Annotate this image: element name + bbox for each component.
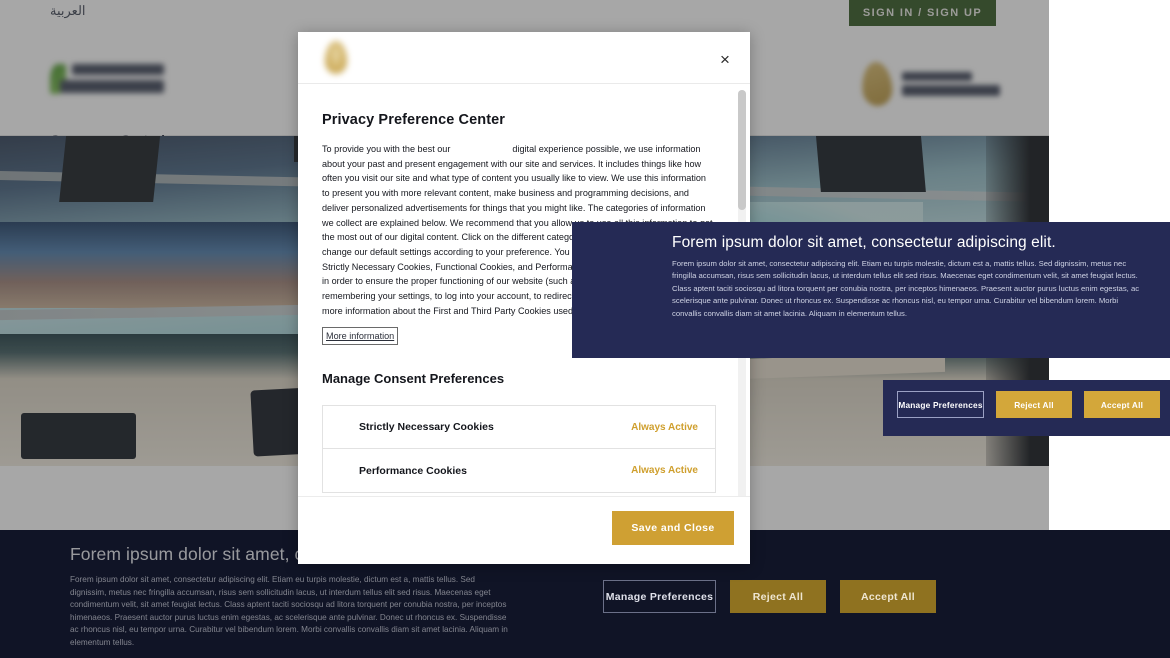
- page-root: العربية SIGN IN / SIGN UP Course Catalog…: [0, 0, 1170, 658]
- manage-consent-heading: Manage Consent Preferences: [322, 371, 505, 387]
- more-information-link[interactable]: More information: [322, 326, 399, 346]
- cookie-categories-list: Strictly Necessary Cookies Always Active…: [322, 405, 716, 494]
- overlay-manage-preferences-button[interactable]: Manage Preferences: [897, 391, 984, 418]
- list-item[interactable]: Strictly Necessary Cookies Always Active: [323, 406, 715, 450]
- consent-overlay-button-row: Manage Preferences Reject All Accept All: [897, 391, 1160, 418]
- modal-header: ×: [298, 32, 750, 84]
- consent-overlay-panel: Forem ipsum dolor sit amet, consectetur …: [572, 222, 1170, 358]
- banner-accept-all-button[interactable]: Accept All: [840, 580, 936, 613]
- overlay-reject-all-button[interactable]: Reject All: [996, 391, 1072, 418]
- overlay-accept-all-button[interactable]: Accept All: [1084, 391, 1160, 418]
- status-badge: Always Active: [631, 465, 698, 477]
- banner-manage-preferences-button[interactable]: Manage Preferences: [603, 580, 716, 613]
- modal-title: Privacy Preference Center: [322, 112, 506, 128]
- status-badge: Always Active: [631, 421, 698, 433]
- consent-overlay-actions: Manage Preferences Reject All Accept All: [883, 380, 1170, 436]
- modal-scrollbar-thumb[interactable]: [738, 90, 746, 210]
- modal-description-part1: To provide you with the best our: [322, 144, 451, 154]
- consent-overlay-title: Forem ipsum dolor sit amet, consectetur …: [672, 234, 1056, 251]
- cookie-banner-actions: Manage Preferences Reject All Accept All: [603, 580, 936, 613]
- close-icon[interactable]: ×: [714, 48, 736, 70]
- list-item[interactable]: Performance Cookies Always Active: [323, 449, 715, 492]
- category-name: Strictly Necessary Cookies: [359, 421, 494, 434]
- modal-footer: Save and Close: [298, 496, 750, 564]
- category-name: Performance Cookies: [359, 464, 467, 477]
- save-and-close-button[interactable]: Save and Close: [612, 511, 734, 545]
- modal-brand-logo: [322, 40, 352, 76]
- droplet-icon: [325, 41, 347, 74]
- consent-overlay-body: Forem ipsum dolor sit amet, consectetur …: [672, 259, 1140, 318]
- banner-reject-all-button[interactable]: Reject All: [730, 580, 826, 613]
